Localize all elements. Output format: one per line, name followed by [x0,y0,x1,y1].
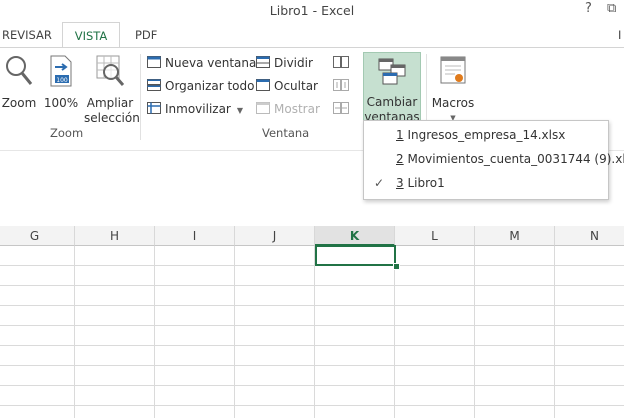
window-title: Libro1 - Excel [269,3,355,18]
switch-windows-button[interactable]: Cambiar ventanas ▼ [363,52,421,138]
worksheet-grid[interactable] [0,246,624,418]
fill-handle[interactable] [393,263,400,270]
column-header-g[interactable]: G [0,226,75,246]
column-header-h[interactable]: H [75,226,155,246]
macros-button[interactable]: Macros ▼ [430,54,476,126]
grid-column-line [394,246,395,418]
grid-row-line [0,385,624,386]
zoom-100-label: 100% [43,96,79,110]
help-button[interactable]: ? [585,1,592,16]
macros-label: Macros [431,96,475,110]
ribbon-tabs: REVISAR VISTA PDF I [0,22,624,49]
grid-row-line [0,405,624,406]
title-bar: Libro1 - Excel ? ⧉ [0,0,624,22]
grid-column-line [154,246,155,418]
tab-revisar[interactable]: REVISAR [2,22,52,48]
grid-row-line [0,285,624,286]
grid-column-line [554,246,555,418]
svg-text:100: 100 [56,77,68,84]
freeze-panes-icon [147,100,161,120]
ribbon-options-icon[interactable]: I [618,22,624,48]
checkmark-icon: ✓ [374,176,385,190]
column-header-m[interactable]: M [475,226,555,246]
split-button[interactable]: Dividir [256,53,313,73]
side-by-side-icon [333,54,349,74]
freeze-panes-label: Inmovilizar [165,102,231,116]
grid-row-line [0,365,624,366]
split-icon [256,54,270,74]
unhide-label: Mostrar [274,102,320,116]
freeze-panes-button[interactable]: Inmovilizar ▼ [147,99,243,119]
restore-window-button[interactable]: ⧉ [607,1,616,16]
zoom-label: Zoom [1,96,37,110]
zoom-selection-icon [84,54,136,92]
new-window-icon [147,54,161,74]
macros-icon [430,54,476,92]
active-cell[interactable] [315,245,396,266]
zoom-100-button[interactable]: 100 100% [42,54,80,111]
menu-item-window-1[interactable]: 1 Ingresos_empresa_14.xlsx [364,123,608,147]
chevron-down-icon: ▼ [236,106,244,115]
reset-window-position-button[interactable] [333,99,353,119]
column-header-n[interactable]: N [555,226,624,246]
tab-pdf[interactable]: PDF [135,22,165,48]
arrange-all-label: Organizar todo [165,79,255,93]
unhide-window-icon [256,100,270,120]
switch-windows-label-1: Cambiar [366,95,418,109]
zoom-selection-label-1: Ampliar [86,96,134,110]
hide-label: Ocultar [274,79,318,93]
tab-vista[interactable]: VISTA [62,22,120,49]
grid-column-line [314,246,315,418]
column-header-k[interactable]: K [315,226,395,246]
unhide-button[interactable]: Mostrar [256,99,320,119]
grid-row-line [0,325,624,326]
grid-row-line [0,265,624,266]
grid-column-line [74,246,75,418]
window-group-label: Ventana [262,126,310,140]
group-divider [140,54,141,140]
arrange-all-icon [147,77,161,97]
new-window-label: Nueva ventana [165,56,257,70]
reset-position-icon [333,100,349,120]
menu-item-window-3[interactable]: ✓ 3 Libro1 [364,171,608,195]
arrange-all-button[interactable]: Organizar todo [147,76,254,96]
grid-column-line [234,246,235,418]
switch-windows-icon [364,57,420,91]
zoom-group-label: Zoom [50,126,84,140]
grid-row-line [0,305,624,306]
synchronous-scrolling-button[interactable] [333,76,353,96]
sync-scroll-icon [333,77,349,97]
menu-item-window-2[interactable]: 2 Movimientos_cuenta_0031744 (9).xls [364,147,624,171]
split-label: Dividir [274,56,313,70]
column-header-l[interactable]: L [395,226,475,246]
magnifier-icon [0,54,38,92]
hide-button[interactable]: Ocultar [256,76,318,96]
view-side-by-side-button[interactable] [333,53,353,73]
grid-row-line [0,345,624,346]
hide-window-icon [256,77,270,97]
page-100-icon: 100 [42,54,80,92]
switch-windows-menu: 1 Ingresos_empresa_14.xlsx 2 Movimientos… [363,120,624,200]
new-window-button[interactable]: Nueva ventana [147,53,256,73]
zoom-selection-label-2: selección [84,111,140,125]
zoom-button[interactable]: Zoom [0,54,38,111]
column-header-j[interactable]: J [235,226,315,246]
column-header-i[interactable]: I [155,226,235,246]
grid-column-line [474,246,475,418]
zoom-selection-button[interactable]: Ampliar selección [84,54,140,126]
